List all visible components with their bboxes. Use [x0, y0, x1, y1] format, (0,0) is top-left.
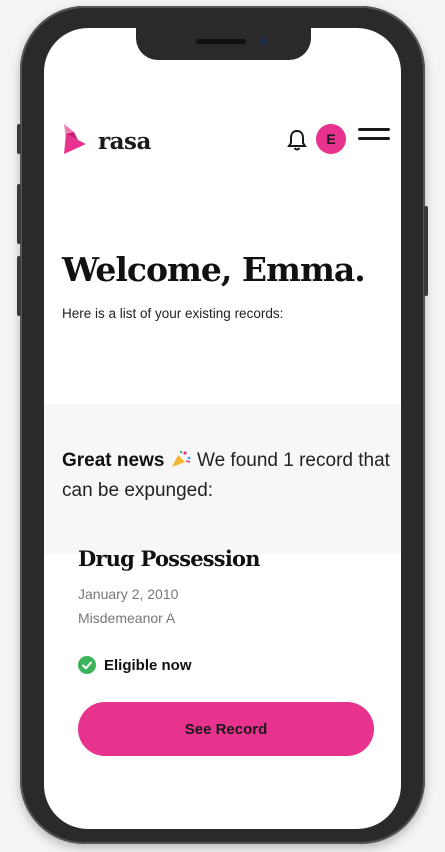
check-circle-icon	[78, 656, 96, 674]
bell-icon[interactable]	[286, 128, 308, 152]
record-classification: Misdemeanor A	[78, 610, 176, 626]
volume-up-button	[17, 184, 21, 244]
brand-name[interactable]: rasa	[98, 128, 151, 155]
records-subtitle: Here is a list of your existing records:	[62, 306, 284, 321]
speaker	[196, 39, 246, 44]
news-message: Great news We found 1 record that can be…	[62, 446, 392, 506]
volume-down-button	[17, 256, 21, 316]
status-label: Eligible now	[104, 657, 192, 674]
record-title: Drug Possession	[78, 546, 260, 571]
user-avatar[interactable]: E	[316, 124, 346, 154]
hamburger-menu-icon[interactable]	[358, 128, 390, 150]
rasa-logo-icon	[64, 124, 86, 154]
welcome-heading: Welcome, Emma.	[62, 250, 366, 289]
news-bold: Great news	[62, 450, 165, 471]
app-screen: rasa E Welcome, Emma. Here is a list of …	[44, 28, 401, 829]
camera	[259, 37, 267, 45]
notch	[136, 28, 311, 60]
see-record-button[interactable]: See Record	[78, 702, 374, 756]
menu-line	[358, 128, 390, 131]
record-date: January 2, 2010	[78, 586, 179, 602]
mute-switch	[17, 124, 21, 154]
party-popper-icon	[171, 450, 191, 467]
app-header: rasa E	[60, 120, 390, 160]
phone-frame: rasa E Welcome, Emma. Here is a list of …	[17, 6, 428, 844]
menu-line	[358, 137, 390, 140]
power-button	[424, 206, 428, 296]
